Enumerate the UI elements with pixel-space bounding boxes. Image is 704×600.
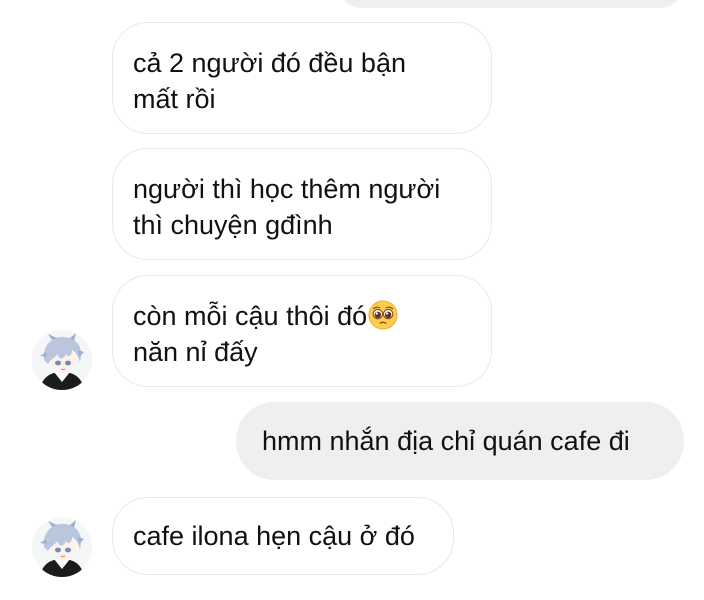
message-text: người thì học thêm người <box>133 174 441 204</box>
contact-avatar[interactable] <box>32 517 92 577</box>
incoming-message-bubble[interactable]: cả 2 người đó đều bận mất rồi <box>112 22 492 134</box>
message-text: hmm nhắn địa chỉ quán cafe đi <box>262 426 630 456</box>
contact-avatar[interactable] <box>32 330 92 390</box>
incoming-message-bubble[interactable]: còn mỗi cậu thôi đó năn nỉ đấy <box>112 275 492 387</box>
outgoing-message-bubble[interactable]: hmm nhắn địa chỉ quán cafe đi <box>236 402 684 480</box>
incoming-message-bubble[interactable]: cafe ilona hẹn cậu ở đó <box>112 497 454 575</box>
anime-boy-avatar-icon <box>32 517 92 577</box>
message-text: thì chuyện gđình <box>133 210 333 240</box>
outgoing-message-bubble-partial[interactable] <box>338 0 684 8</box>
message-text: năn nỉ đấy <box>133 337 258 367</box>
message-text: cafe ilona hẹn cậu ở đó <box>133 521 415 551</box>
anime-boy-avatar-icon <box>32 330 92 390</box>
message-text: cả 2 người đó đều bận <box>133 48 406 78</box>
pleading-face-emoji-icon <box>368 300 398 330</box>
message-text: còn mỗi cậu thôi đó <box>133 298 471 334</box>
incoming-message-bubble[interactable]: người thì học thêm người thì chuyện gđìn… <box>112 148 492 260</box>
message-text: mất rồi <box>133 84 216 114</box>
